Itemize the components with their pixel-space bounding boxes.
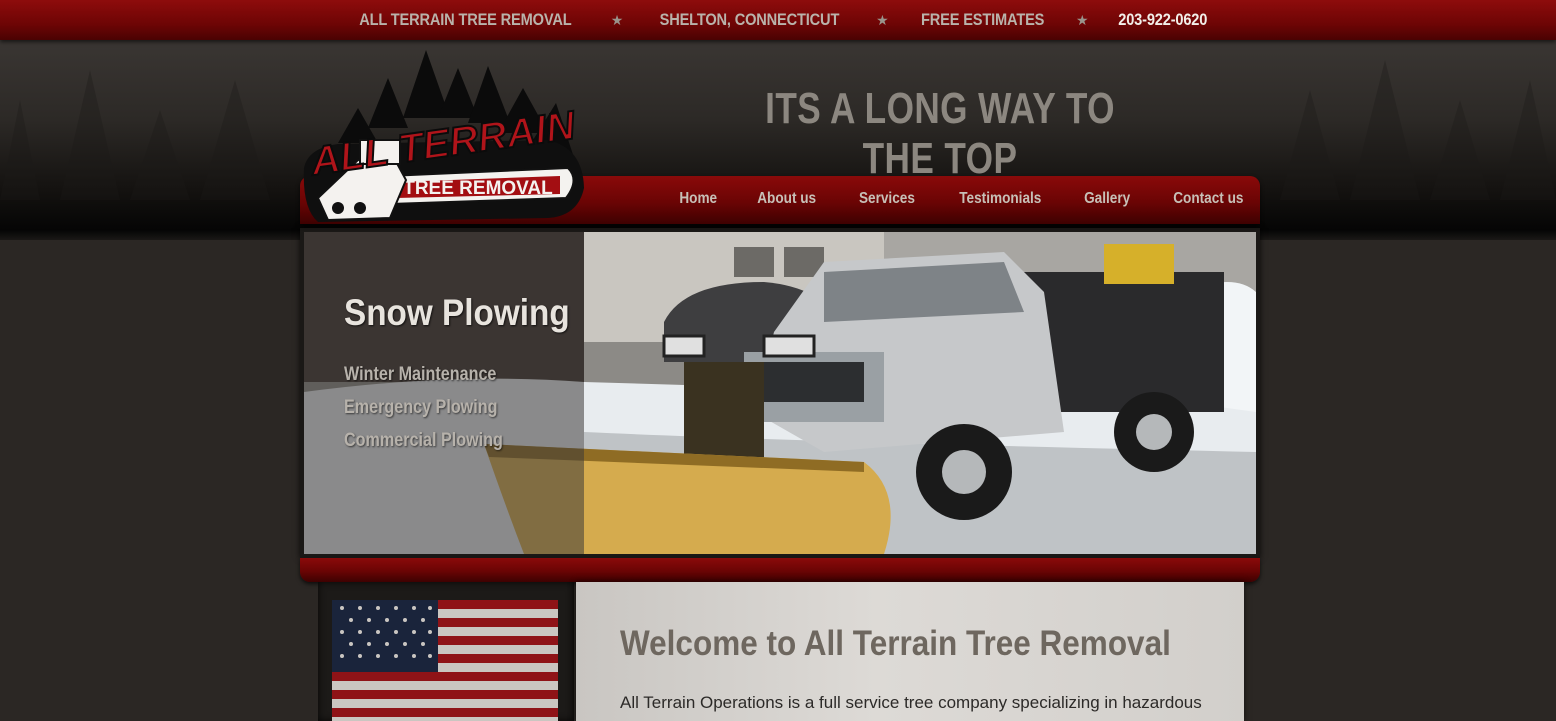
star-icon: ★: [1075, 11, 1089, 28]
nav-testimonials[interactable]: Testimonials: [945, 190, 1054, 208]
star-icon: ★: [876, 11, 889, 28]
slider-bottom-bar: [300, 558, 1260, 582]
slide-item: Commercial Plowing: [344, 430, 503, 451]
american-flag-image: [332, 600, 558, 721]
slide-item: Emergency Plowing: [344, 397, 498, 418]
star-icon: ★: [610, 11, 624, 28]
company-name: ALL TERRAIN TREE REMOVAL: [359, 10, 572, 29]
nav-gallery[interactable]: Gallery: [1071, 190, 1144, 208]
slide-service-list: Winter Maintenance Emergency Plowing Com…: [344, 358, 531, 457]
slogan: ITS A LONG WAY TO THE TOP: [765, 84, 1115, 183]
slide-item: Winter Maintenance: [344, 364, 497, 385]
location-text: SHELTON, CONNECTICUT: [659, 10, 840, 29]
nav-services[interactable]: Services: [845, 190, 928, 208]
intro-paragraph: All Terrain Operations is a full service…: [620, 693, 1202, 712]
logo-subtitle: TREE REMOVAL: [403, 178, 553, 199]
phone-number[interactable]: 203-922-0620: [1118, 10, 1207, 30]
free-estimates-text: FREE ESTIMATES: [920, 10, 1044, 29]
all-terrain-logo[interactable]: TREE REMOVAL ALL TERRAIN: [298, 48, 590, 226]
slide-title: Snow Plowing: [344, 292, 570, 333]
nav-home[interactable]: Home: [666, 190, 731, 208]
welcome-heading: Welcome to All Terrain Tree Removal: [620, 624, 1171, 663]
top-info-bar: ALL TERRAIN TREE REMOVAL ★ SHELTON, CONN…: [0, 0, 1556, 40]
nav-contact-us[interactable]: Contact us: [1159, 190, 1256, 208]
nav-about-us[interactable]: About us: [744, 190, 830, 208]
main-nav: Home About us Services Testimonials Gall…: [660, 190, 1265, 208]
